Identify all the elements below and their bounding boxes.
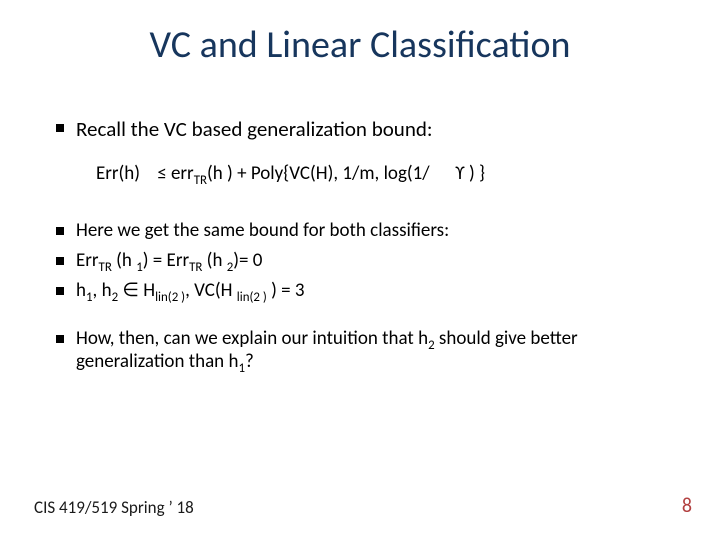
footer-course: CIS 419/519 Spring ’ 18 — [34, 497, 194, 518]
bullet-text: h1, h2 ∈ Hlin(2 ), VC(H lin(2 ) ) = 3 — [76, 279, 305, 303]
bullet-group-2: Here we get the same bound for both clas… — [56, 219, 680, 374]
bullet-icon — [56, 257, 64, 265]
bullet-text: Recall the VC based generalization bound… — [76, 116, 433, 142]
bullet-text: Here we get the same bound for both clas… — [76, 219, 449, 243]
formula-rhs: ≤ errTR(h ) + Poly{VC(H), 1/m, log(1/ — [157, 162, 429, 185]
slide-number: 8 — [682, 494, 692, 518]
formula-lhs: Err(h) — [96, 162, 140, 185]
slide-body: Recall the VC based generalization bound… — [56, 116, 680, 380]
bullet-text: ErrTR (h 1) = ErrTR (h 2)= 0 — [76, 249, 262, 273]
bullet-text: How, then, can we explain our intuition … — [76, 327, 680, 375]
bullet-icon — [56, 287, 64, 295]
bullet-icon — [56, 227, 64, 235]
bullet-icon — [56, 124, 64, 132]
bullet-intuition: How, then, can we explain our intuition … — [56, 327, 680, 375]
formula-tail: ϒ ) } — [455, 162, 485, 185]
slide: VC and Linear Classification Recall the … — [0, 0, 720, 540]
bullet-err-tr: ErrTR (h 1) = ErrTR (h 2)= 0 — [56, 249, 680, 273]
spacer — [56, 309, 680, 327]
vc-bound-formula: Err(h) ≤ errTR(h ) + Poly{VC(H), 1/m, lo… — [96, 162, 680, 185]
bullet-recall: Recall the VC based generalization bound… — [56, 116, 680, 142]
bullet-icon — [56, 335, 64, 343]
bullet-vc-h: h1, h2 ∈ Hlin(2 ), VC(H lin(2 ) ) = 3 — [56, 279, 680, 303]
slide-title: VC and Linear Classification — [0, 0, 720, 68]
bullet-same-bound: Here we get the same bound for both clas… — [56, 219, 680, 243]
